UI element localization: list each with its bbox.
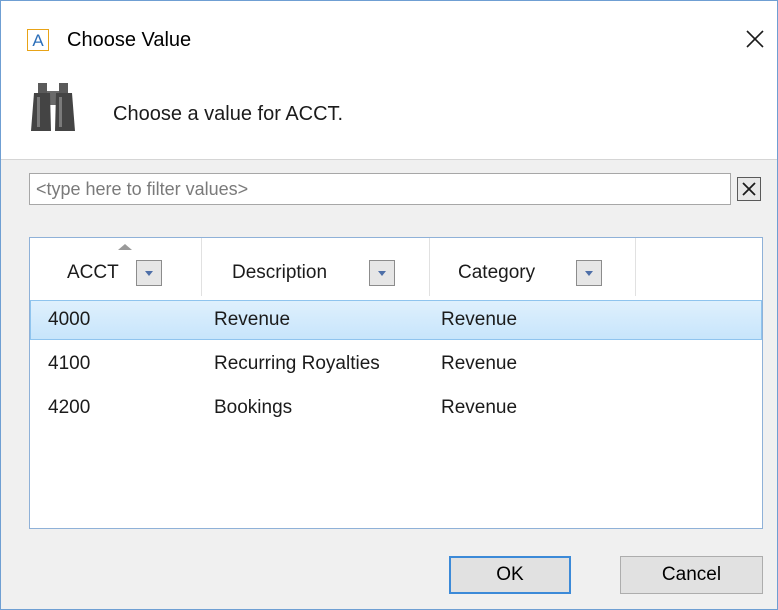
- table-row[interactable]: 4100 Recurring Royalties Revenue: [30, 344, 762, 384]
- filter-input[interactable]: [29, 173, 731, 205]
- category-cell: Revenue: [441, 309, 518, 330]
- title-bar: A Choose Value: [1, 1, 777, 81]
- description-cell: Revenue: [214, 309, 291, 330]
- dialog-header: Choose a value for ACCT.: [1, 81, 777, 160]
- category-cell: Revenue: [441, 353, 518, 374]
- close-button[interactable]: [741, 25, 769, 53]
- ok-button[interactable]: OK: [449, 556, 571, 594]
- column-label: Description: [232, 262, 328, 283]
- filter-dropdown-button[interactable]: [136, 260, 162, 286]
- acct-cell: 4000: [48, 309, 91, 330]
- choose-value-dialog: A Choose Value Choose a value for ACCT.: [0, 0, 778, 610]
- column-header-acct[interactable]: ACCT: [30, 238, 202, 296]
- column-header-description[interactable]: Description: [202, 238, 430, 296]
- table-row[interactable]: 4000 Revenue Revenue: [30, 300, 762, 340]
- column-label: ACCT: [67, 262, 119, 283]
- grid-header: ACCT Description Category: [30, 238, 762, 296]
- binoculars-icon: [31, 83, 75, 131]
- values-grid: ACCT Description Category 4000 Revenue R…: [29, 237, 763, 529]
- column-label: Category: [458, 262, 536, 283]
- filter-dropdown-button[interactable]: [369, 260, 395, 286]
- category-cell: Revenue: [441, 397, 518, 418]
- app-icon-letter: A: [32, 30, 44, 50]
- cancel-button[interactable]: Cancel: [620, 556, 763, 594]
- window-title: Choose Value: [67, 29, 192, 51]
- sort-ascending-icon: [118, 244, 132, 250]
- description-cell: Recurring Royalties: [214, 353, 380, 374]
- filter-dropdown-button[interactable]: [576, 260, 602, 286]
- acct-cell: 4200: [48, 397, 91, 418]
- close-icon: [746, 30, 764, 48]
- close-icon: [742, 182, 756, 196]
- app-icon: A: [27, 29, 49, 51]
- column-header-category[interactable]: Category: [430, 238, 636, 296]
- clear-filter-button[interactable]: [737, 177, 761, 201]
- table-row[interactable]: 4200 Bookings Revenue: [30, 388, 762, 428]
- acct-cell: 4100: [48, 353, 91, 374]
- prompt-text: Choose a value for ACCT.: [113, 103, 344, 125]
- description-cell: Bookings: [214, 397, 293, 418]
